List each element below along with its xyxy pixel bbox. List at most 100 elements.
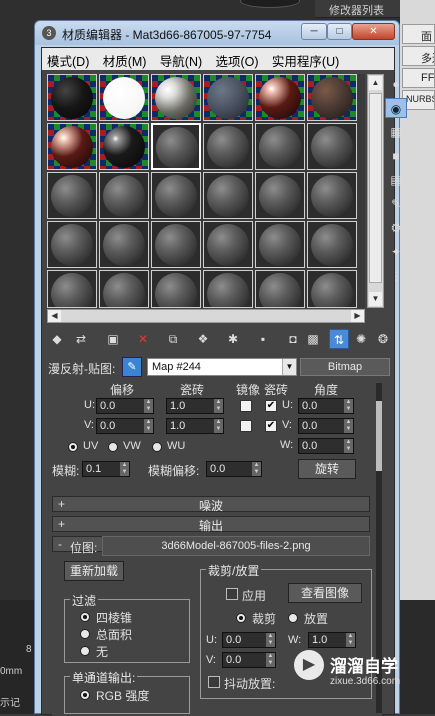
crop-v-spinner[interactable]: 0.0 ▲ ▼ (222, 652, 276, 668)
v-angle-spinner[interactable]: 0.0 ▲ ▼ (298, 418, 354, 434)
uv-radio[interactable] (68, 442, 78, 452)
spinner-arrows-icon[interactable]: ▲ ▼ (266, 633, 275, 647)
sample-slot[interactable] (255, 123, 305, 170)
u-tiling-spinner[interactable]: 1.0 ▲ ▼ (166, 398, 224, 414)
v-mirror-checkbox[interactable] (240, 420, 252, 432)
command-panel-item[interactable]: 多边 (402, 46, 435, 66)
sample-slot[interactable] (47, 172, 97, 219)
chevron-down-icon[interactable]: ▼ (282, 359, 296, 375)
wu-radio[interactable] (152, 442, 162, 452)
menu-navigation[interactable]: 导航(N) (155, 48, 207, 70)
sample-slot[interactable] (203, 270, 253, 308)
video-color-check-icon[interactable]: ▤ (385, 170, 407, 190)
sample-slot[interactable] (151, 221, 201, 268)
scroll-down-icon[interactable]: ▼ (369, 292, 382, 306)
map-navigator-icon[interactable]: ❂ (373, 329, 393, 349)
menu-mode[interactable]: 模式(D) (42, 48, 94, 70)
crop-radio[interactable] (236, 613, 246, 623)
sample-slot[interactable] (307, 74, 357, 121)
sample-slot[interactable] (99, 221, 149, 268)
place-radio[interactable] (288, 613, 298, 623)
put-to-scene-icon[interactable]: ⇄ (71, 329, 91, 349)
sample-slot[interactable] (255, 221, 305, 268)
view-image-button[interactable]: 查看图像 (288, 583, 362, 603)
title-bar[interactable]: 3 材质编辑器 - Mat3d66-867005-97-7754 ─ □ ✕ (35, 21, 399, 45)
rotate-button[interactable]: 旋转 (298, 459, 356, 479)
rgb-intensity-radio[interactable] (80, 690, 90, 700)
filter-pyramidal-radio[interactable] (80, 612, 90, 622)
spinner-arrows-icon[interactable]: ▲ ▼ (214, 419, 223, 433)
sample-slot[interactable] (99, 123, 149, 170)
sample-slot[interactable] (151, 74, 201, 121)
sample-slot[interactable] (307, 270, 357, 308)
menu-options[interactable]: 选项(O) (211, 48, 264, 70)
sample-slot[interactable] (203, 74, 253, 121)
blur-offset-spinner[interactable]: 0.0 ▲ ▼ (206, 461, 262, 477)
close-button[interactable]: ✕ (352, 23, 395, 40)
sample-slot[interactable] (47, 221, 97, 268)
sample-slot[interactable] (307, 123, 357, 170)
output-rollout[interactable]: + 输出 (52, 516, 370, 533)
reset-map-icon[interactable]: ✕ (133, 329, 153, 349)
v-offset-spinner[interactable]: 0.0 ▲ ▼ (96, 418, 154, 434)
spinner-arrows-icon[interactable]: ▲ ▼ (266, 653, 275, 667)
go-to-parent-icon[interactable]: ⇅ (329, 329, 349, 349)
sample-slot[interactable] (255, 172, 305, 219)
spinner-arrows-icon[interactable]: ▲ ▼ (344, 399, 353, 413)
scroll-up-icon[interactable]: ▲ (369, 76, 382, 90)
go-forward-to-sibling-icon[interactable]: ✺ (351, 329, 371, 349)
sample-slot[interactable] (255, 270, 305, 308)
spinner-arrows-icon[interactable]: ▲ ▼ (344, 419, 353, 433)
spinner-arrows-icon[interactable]: ▲ ▼ (346, 633, 355, 647)
sample-slot[interactable] (47, 123, 97, 170)
assign-to-selection-icon[interactable]: ▣ (103, 329, 123, 349)
material-map-navigator-icon[interactable]: ⋮ (385, 266, 407, 286)
sample-slot-active[interactable] (151, 123, 201, 170)
sample-slot[interactable] (47, 74, 97, 121)
make-unique-icon[interactable]: ❖ (193, 329, 213, 349)
sample-slot[interactable] (99, 74, 149, 121)
get-material-icon[interactable]: ◆ (47, 329, 67, 349)
command-panel-item[interactable]: 面 (402, 24, 435, 44)
material-id-channel-icon[interactable]: ▪ (253, 329, 273, 349)
maximize-button[interactable]: □ (327, 23, 352, 40)
slots-vertical-scrollbar[interactable]: ▲ ▼ (367, 74, 384, 308)
reload-button[interactable]: 重新加载 (64, 561, 124, 581)
menu-material[interactable]: 材质(M) (98, 48, 152, 70)
sample-slot[interactable] (203, 221, 253, 268)
scroll-thumb[interactable] (369, 93, 382, 283)
sample-uv-tiling-icon[interactable]: ■ (385, 146, 407, 166)
sample-slot[interactable] (255, 74, 305, 121)
put-to-library-icon[interactable]: ✱ (223, 329, 243, 349)
pick-material-icon[interactable]: ✎ (122, 357, 142, 377)
sample-slot[interactable] (203, 123, 253, 170)
map-type-button[interactable]: Bitmap (300, 358, 390, 376)
filter-summed-area-radio[interactable] (80, 629, 90, 639)
v-tiling-spinner[interactable]: 1.0 ▲ ▼ (166, 418, 224, 434)
slots-horizontal-scrollbar[interactable]: ◀ ▶ (47, 309, 365, 323)
map-name-field[interactable]: Map #244 ▼ (147, 358, 297, 376)
spinner-arrows-icon[interactable]: ▲ ▼ (344, 439, 353, 453)
sample-slot[interactable] (99, 270, 149, 308)
sample-slot[interactable] (307, 221, 357, 268)
w-angle-spinner[interactable]: 0.0 ▲ ▼ (298, 438, 354, 454)
bitmap-path-button[interactable]: 3d66Model-867005-files-2.png (102, 536, 370, 556)
make-preview-icon[interactable]: ✎ (385, 194, 407, 214)
u-offset-spinner[interactable]: 0.0 ▲ ▼ (96, 398, 154, 414)
u-angle-spinner[interactable]: 0.0 ▲ ▼ (298, 398, 354, 414)
scroll-left-icon[interactable]: ◀ (48, 310, 61, 322)
jitter-checkbox[interactable] (208, 676, 220, 688)
panel-scroll-thumb[interactable] (376, 401, 382, 471)
scroll-right-icon[interactable]: ▶ (351, 310, 364, 322)
spinner-arrows-icon[interactable]: ▲ ▼ (252, 462, 261, 476)
spinner-arrows-icon[interactable]: ▲ ▼ (120, 462, 129, 476)
sample-slot[interactable] (151, 270, 201, 308)
u-mirror-checkbox[interactable] (240, 400, 252, 412)
options-icon[interactable]: ⚙ (385, 218, 407, 238)
sample-slot[interactable] (307, 172, 357, 219)
vw-radio[interactable] (108, 442, 118, 452)
spinner-arrows-icon[interactable]: ▲ ▼ (214, 399, 223, 413)
noise-rollout[interactable]: + 噪波 (52, 496, 370, 513)
show-map-in-viewport-icon[interactable]: ◘ (283, 329, 303, 349)
spinner-arrows-icon[interactable]: ▲ ▼ (144, 399, 153, 413)
